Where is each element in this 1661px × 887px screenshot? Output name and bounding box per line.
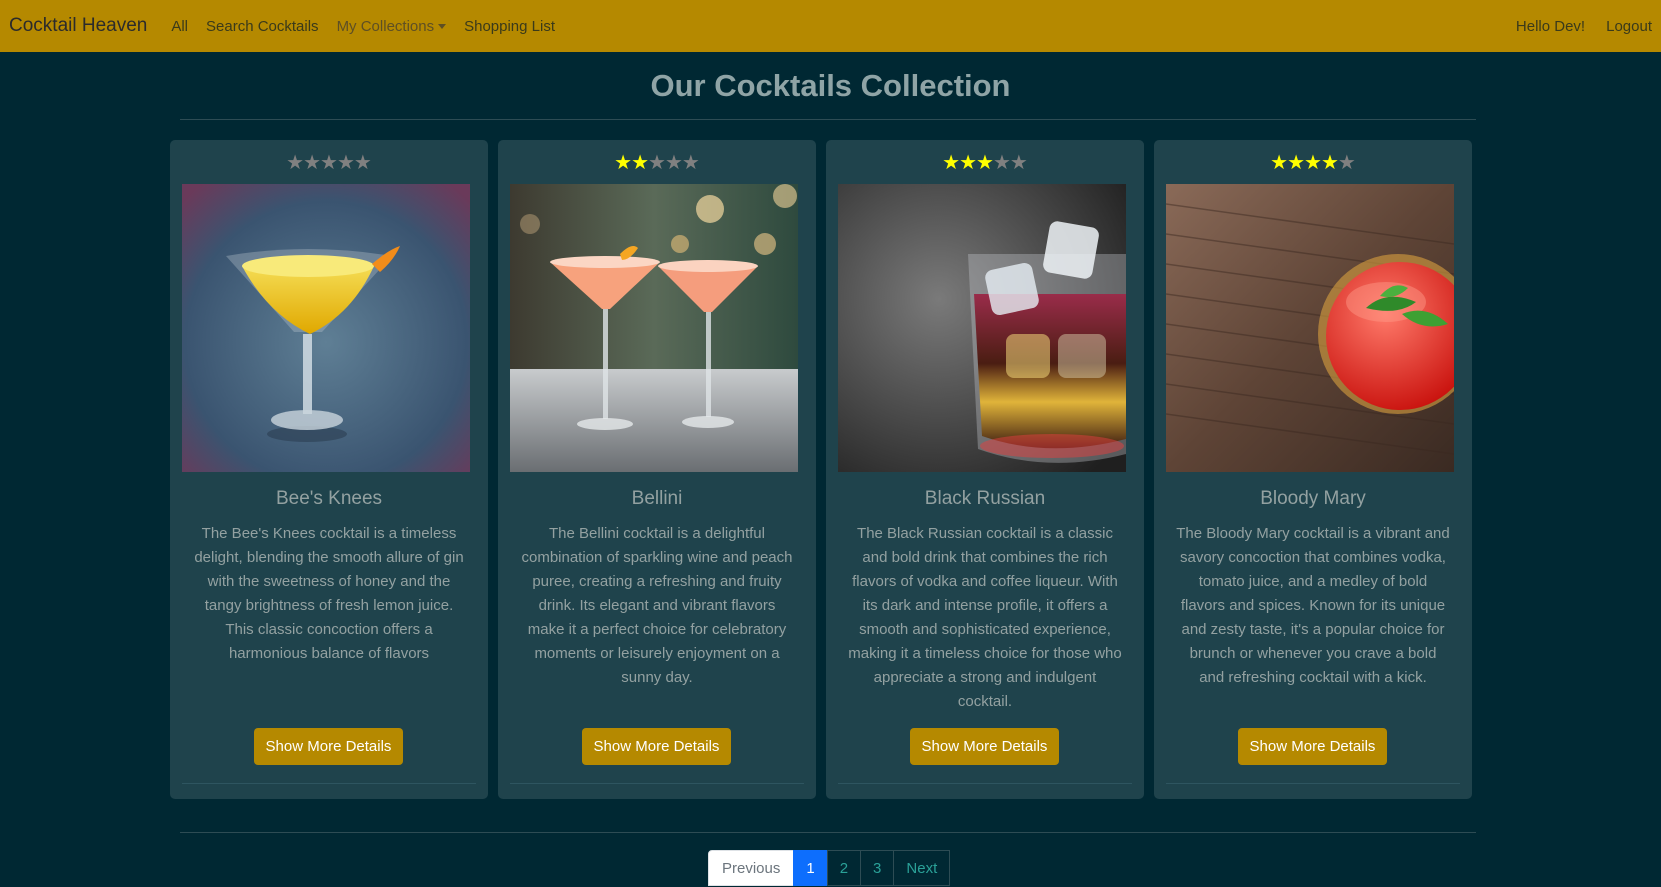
card-footer-divider [838, 783, 1132, 784]
star-icon[interactable]: ★ [1321, 153, 1339, 173]
card-footer-divider [1166, 783, 1460, 784]
navbar: Cocktail Heaven All Search Cocktails My … [0, 0, 1661, 52]
star-rating[interactable]: ★★★★★ [170, 153, 488, 174]
star-icon[interactable]: ★ [959, 153, 977, 173]
pagination-next[interactable]: Next [893, 850, 951, 886]
user-greeting[interactable]: Hello Dev! [1516, 18, 1585, 35]
divider [180, 119, 1476, 120]
show-details-button[interactable]: Show More Details [1238, 728, 1387, 765]
cocktail-description: The Bloody Mary cocktail is a vibrant an… [1176, 525, 1450, 686]
nav-link-search[interactable]: Search Cocktails [206, 18, 319, 35]
star-icon[interactable]: ★ [631, 153, 649, 173]
pagination: Previous 1 2 3 Next [708, 850, 951, 886]
nav-user-area: Hello Dev! Logout [1495, 18, 1652, 35]
logout-link[interactable]: Logout [1606, 18, 1652, 35]
cocktail-image [182, 184, 470, 472]
star-rating[interactable]: ★★★★★ [498, 153, 816, 174]
cocktail-description: The Black Russian cocktail is a classic … [848, 525, 1122, 710]
cocktail-name: Bee's Knees [275, 488, 383, 509]
cocktail-name: Bellini [631, 488, 683, 509]
pagination-page-2[interactable]: 2 [826, 850, 862, 886]
star-icon[interactable]: ★ [303, 153, 321, 173]
star-icon[interactable]: ★ [648, 153, 666, 173]
star-icon[interactable]: ★ [1287, 153, 1305, 173]
star-icon[interactable]: ★ [1010, 153, 1028, 173]
star-icon[interactable]: ★ [337, 153, 355, 173]
show-details-button[interactable]: Show More Details [254, 728, 403, 765]
star-icon[interactable]: ★ [320, 153, 338, 173]
star-icon[interactable]: ★ [1338, 153, 1356, 173]
brand-logo[interactable]: Cocktail Heaven [9, 15, 147, 37]
nav-link-all[interactable]: All [171, 18, 188, 35]
star-icon[interactable]: ★ [993, 153, 1011, 173]
star-icon[interactable]: ★ [682, 153, 700, 173]
nav-link-shopping-list[interactable]: Shopping List [464, 18, 555, 35]
chevron-down-icon [438, 24, 447, 30]
page-title: Our Cocktails Collection [650, 68, 1011, 103]
star-icon[interactable]: ★ [614, 153, 632, 173]
star-icon[interactable]: ★ [286, 153, 304, 173]
show-details-button[interactable]: Show More Details [582, 728, 731, 765]
cocktail-card: ★★★★★ Bloody Mary The Bloody Mary cockta… [1154, 140, 1472, 799]
star-icon[interactable]: ★ [354, 153, 372, 173]
star-icon[interactable]: ★ [942, 153, 960, 173]
cocktail-card: ★★★★★ Bellini The Bellini cocktail is a … [498, 140, 816, 799]
card-footer-divider [510, 783, 804, 784]
cocktail-card: ★★★★★ Bee's Knees The Bee's Knees cockta… [170, 140, 488, 799]
cocktail-name: Black Russian [924, 488, 1046, 509]
star-icon[interactable]: ★ [1270, 153, 1288, 173]
cocktail-name: Bloody Mary [1260, 488, 1366, 509]
cocktail-image [838, 184, 1126, 472]
star-icon[interactable]: ★ [665, 153, 683, 173]
pagination-page-3[interactable]: 3 [860, 850, 895, 886]
star-rating[interactable]: ★★★★★ [1154, 153, 1472, 174]
nav-dropdown-collections[interactable]: My Collections [337, 18, 447, 35]
pagination-page-1[interactable]: 1 [793, 850, 828, 886]
star-icon[interactable]: ★ [976, 153, 994, 173]
pagination-previous[interactable]: Previous [708, 850, 795, 886]
show-details-button[interactable]: Show More Details [910, 728, 1059, 765]
cocktail-card: ★★★★★ Black Russian The Black Russian co… [826, 140, 1144, 799]
star-rating[interactable]: ★★★★★ [826, 153, 1144, 174]
cocktail-image [510, 184, 798, 472]
cocktail-image [1166, 184, 1454, 472]
card-footer-divider [182, 783, 476, 784]
cocktail-description: The Bee's Knees cocktail is a timeless d… [194, 525, 464, 662]
star-icon[interactable]: ★ [1304, 153, 1322, 173]
nav-dropdown-label: My Collections [336, 17, 435, 35]
cocktail-description: The Bellini cocktail is a delightful com… [521, 525, 793, 686]
divider [180, 832, 1476, 833]
